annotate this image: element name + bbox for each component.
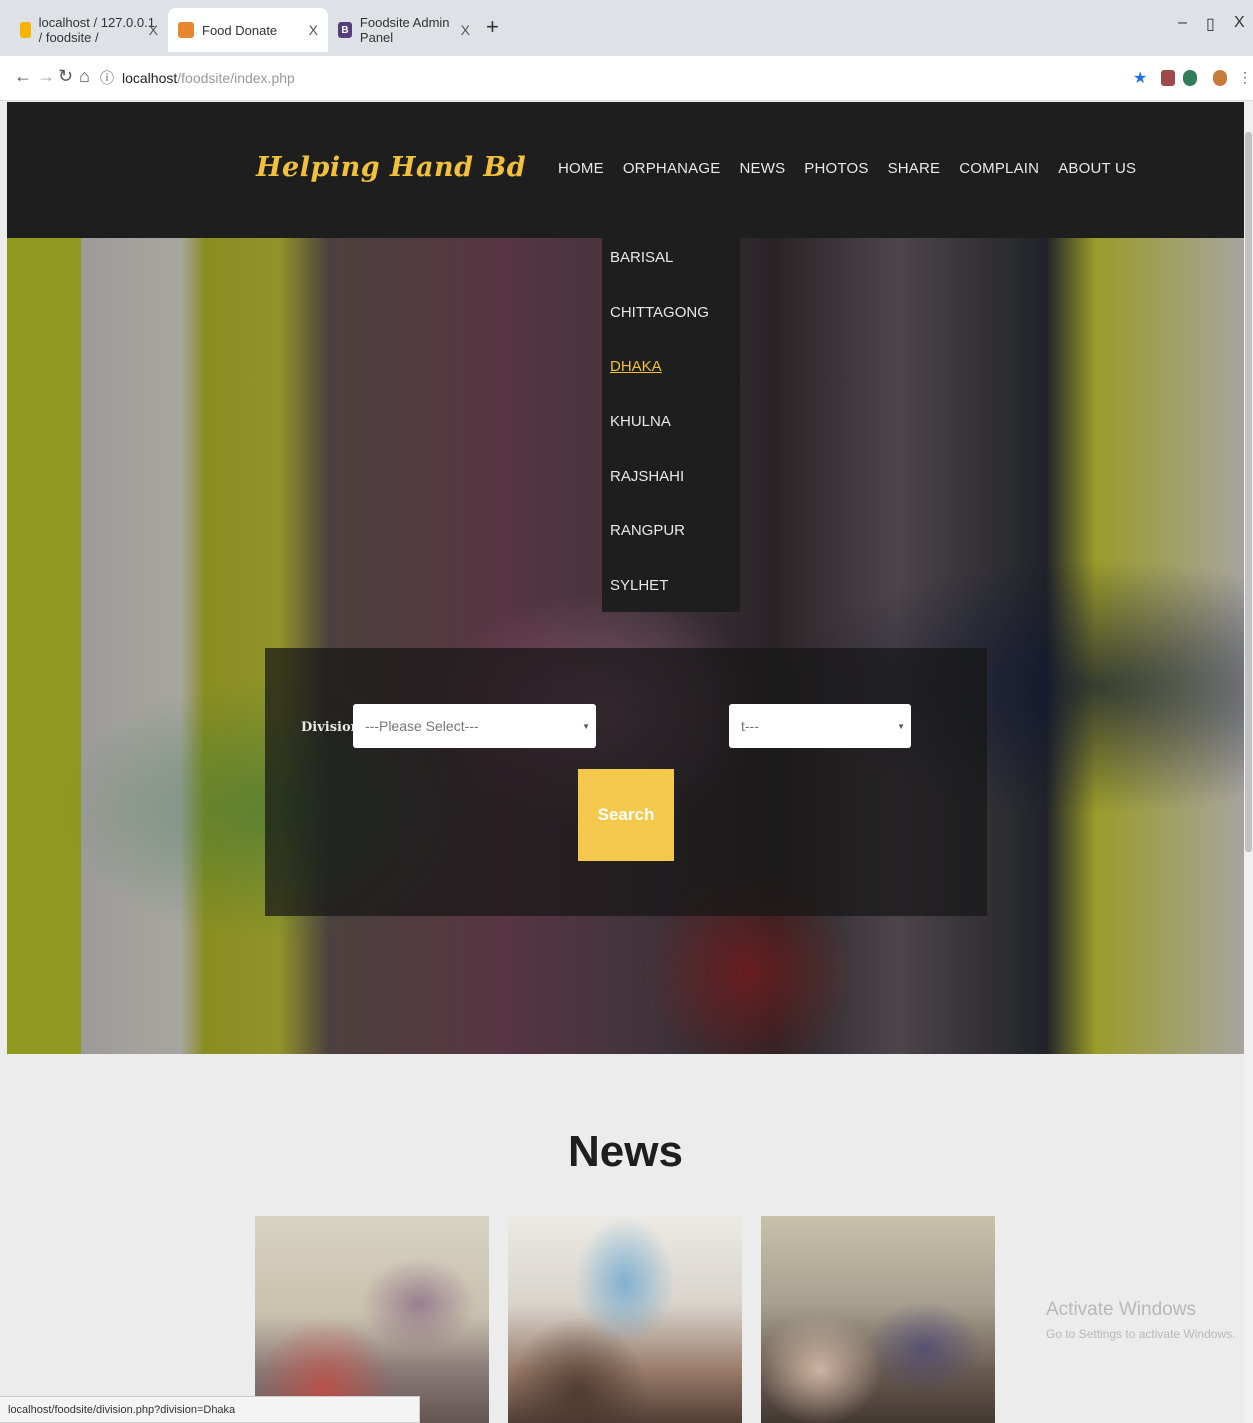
second-select-value: t---: [741, 718, 759, 734]
bootstrap-favicon-icon: B: [338, 22, 352, 38]
browser-tab-bar: localhost / 127.0.0.1 / foodsite / X Foo…: [0, 0, 1253, 56]
website-viewport: Helping Hand Bd HOME ORPHANAGE NEWS PHOT…: [7, 102, 1244, 1423]
dropdown-item-khulna[interactable]: KHULNA: [610, 413, 671, 430]
close-tab-icon[interactable]: X: [461, 22, 470, 38]
nav-orphanage[interactable]: ORPHANAGE: [623, 160, 721, 177]
nav-complain[interactable]: COMPLAIN: [959, 160, 1039, 177]
dropdown-item-chittagong[interactable]: CHITTAGONG: [610, 304, 709, 321]
home-icon[interactable]: ⌂: [79, 66, 90, 87]
close-tab-icon[interactable]: X: [309, 22, 318, 38]
tab-title: localhost / 127.0.0.1 / foodsite /: [38, 15, 155, 45]
orphanage-dropdown: BARISAL CHITTAGONG DHAKA KHULNA RAJSHAHI…: [602, 238, 740, 612]
url-host: localhost: [122, 70, 178, 86]
nav-home[interactable]: HOME: [558, 160, 604, 177]
profile-avatar[interactable]: [1213, 70, 1227, 86]
forward-icon[interactable]: →: [37, 66, 55, 87]
page-scrollbar[interactable]: [1244, 102, 1253, 1423]
chevron-down-icon: ▼: [582, 721, 590, 731]
food-donate-favicon-icon: [178, 22, 194, 38]
search-panel: Division ---Please Select--- ▼ t--- ▼ Se…: [265, 648, 987, 916]
dropdown-item-sylhet[interactable]: SYLHET: [610, 577, 668, 594]
news-card-image[interactable]: [761, 1216, 995, 1423]
nav-photos[interactable]: PHOTOS: [804, 160, 868, 177]
chevron-down-icon: ▼: [897, 721, 905, 731]
extension-icon[interactable]: [1161, 70, 1175, 86]
nav-share[interactable]: SHARE: [888, 160, 941, 177]
bookmark-star-icon[interactable]: ★: [1133, 68, 1147, 88]
site-logo[interactable]: Helping Hand Bd: [256, 152, 526, 183]
dropdown-item-rangpur[interactable]: RANGPUR: [610, 522, 685, 539]
dropdown-item-rajshahi[interactable]: RAJSHAHI: [610, 468, 684, 485]
news-card-image[interactable]: [255, 1216, 489, 1423]
main-nav: HOME ORPHANAGE NEWS PHOTOS SHARE COMPLAI…: [558, 160, 1136, 177]
new-tab-button[interactable]: +: [486, 14, 499, 40]
activate-title: Activate Windows: [1046, 1299, 1196, 1320]
tab-phpmyadmin[interactable]: localhost / 127.0.0.1 / foodsite / X: [10, 8, 168, 52]
site-header: Helping Hand Bd HOME ORPHANAGE NEWS PHOT…: [7, 102, 1244, 238]
minimize-button[interactable]: –: [1178, 14, 1187, 32]
address-bar: ← → ↻ ⌂ ⓘ localhost/foodsite/index.php ★…: [0, 56, 1253, 101]
url-path: /foodsite/index.php: [177, 70, 295, 86]
scrollbar-thumb[interactable]: [1245, 132, 1252, 852]
tab-food-donate[interactable]: Food Donate X: [168, 8, 328, 52]
activate-subtitle: Go to Settings to activate Windows.: [1046, 1327, 1236, 1341]
extension-shield-icon[interactable]: [1183, 70, 1197, 86]
search-button[interactable]: Search: [578, 769, 674, 861]
back-icon[interactable]: ←: [14, 66, 32, 87]
nav-about-us[interactable]: ABOUT US: [1058, 160, 1136, 177]
tab-title: Foodsite Admin Panel: [359, 15, 450, 45]
nav-news[interactable]: NEWS: [739, 160, 785, 177]
news-heading: News: [568, 1127, 683, 1176]
division-label: Division: [301, 720, 361, 735]
windows-activation-watermark: Activate Windows Go to Settings to activ…: [1046, 1299, 1235, 1341]
phpmyadmin-favicon-icon: [20, 22, 31, 38]
division-select-value: ---Please Select---: [365, 718, 479, 734]
close-tab-icon[interactable]: X: [149, 22, 158, 38]
tab-title: Food Donate: [202, 22, 278, 38]
close-window-button[interactable]: X: [1234, 14, 1245, 32]
menu-kebab-icon[interactable]: ⋮: [1238, 69, 1252, 86]
tab-admin-panel[interactable]: B Foodsite Admin Panel X: [328, 8, 480, 52]
url-input[interactable]: ⓘ localhost/foodsite/index.php: [100, 64, 1110, 92]
division-select[interactable]: ---Please Select--- ▼: [353, 704, 596, 748]
dropdown-item-dhaka[interactable]: DHAKA: [610, 358, 662, 375]
second-select[interactable]: t--- ▼: [729, 704, 911, 748]
restore-button[interactable]: ▯: [1206, 14, 1215, 34]
info-icon[interactable]: ⓘ: [100, 68, 114, 88]
link-status-bar: localhost/foodsite/division.php?division…: [0, 1396, 420, 1423]
news-card-image[interactable]: [508, 1216, 742, 1423]
dropdown-item-barisal[interactable]: BARISAL: [610, 249, 673, 266]
reload-icon[interactable]: ↻: [58, 66, 73, 87]
